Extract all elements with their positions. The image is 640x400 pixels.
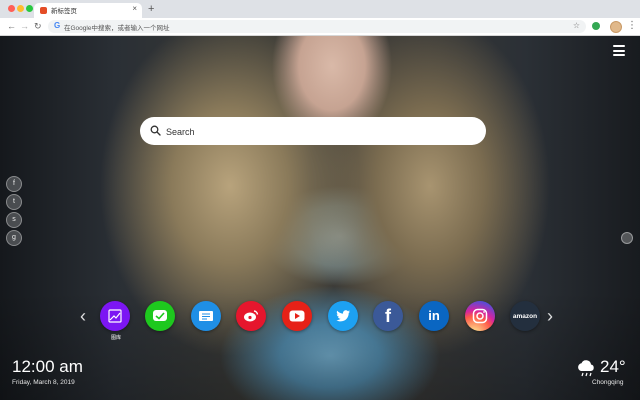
back-button[interactable]: ← [7,20,16,33]
new-tab-page: f t s g ‹ › 图库 [0,36,640,400]
close-window-button[interactable] [8,5,15,12]
search-icon [150,125,161,136]
extension-icon[interactable] [592,22,600,30]
settings-widget-icon[interactable] [621,232,633,244]
wallpaper [0,36,640,400]
wechat-icon [153,310,167,321]
dock-prev-arrow[interactable]: ‹ [80,306,86,327]
tab-favicon-icon [40,7,47,14]
browser-toolbar: ← → ↻ G 在Google中搜索，或者输入一个网址 ☆ [0,18,640,36]
app-amazon[interactable]: amazon [510,301,540,331]
tab-close-icon[interactable]: × [132,4,137,13]
profile-avatar[interactable] [610,21,622,33]
app-linkedin[interactable]: in [419,301,449,331]
app-weibo[interactable] [236,301,266,331]
dock-next-arrow[interactable]: › [547,306,553,327]
menu-icon[interactable] [613,45,625,59]
linkedin-icon: in [428,308,440,323]
app-facebook[interactable]: f [373,301,403,331]
bookmark-star-icon[interactable]: ☆ [573,21,580,30]
weibo-icon [244,310,259,322]
address-bar[interactable]: G 在Google中搜索，或者输入一个网址 ☆ [48,20,586,33]
amazon-icon: amazon [512,312,538,320]
browser-menu-icon[interactable]: ⋮ [627,18,637,34]
app-label-gallery: 图库 [110,335,121,341]
app-instagram[interactable] [465,301,495,331]
maximize-window-button[interactable] [26,5,33,12]
cloud-rain-icon [578,360,594,377]
address-bar-placeholder: 在Google中搜索，或者输入一个网址 [64,25,170,32]
new-tab-button[interactable]: + [148,2,154,16]
facebook-share-icon[interactable]: f [6,176,22,192]
instagram-icon [472,308,488,324]
search-box[interactable] [140,117,486,145]
reload-button[interactable]: ↻ [34,20,42,33]
gallery-icon [108,309,122,323]
forward-button[interactable]: → [20,20,29,33]
browser-titlebar: 新标签页 × + [0,0,640,18]
app-twitter[interactable] [328,301,358,331]
facebook-icon: f [385,306,391,326]
app-youtube[interactable] [282,301,312,331]
twitter-icon [336,310,350,322]
tab-new-tab[interactable]: 新标签页 × [34,3,142,18]
app-wechat[interactable] [145,301,175,331]
minimize-window-button[interactable] [17,5,24,12]
skype-share-icon[interactable]: s [6,212,22,228]
app-notes[interactable] [191,301,221,331]
tab-title: 新标签页 [51,8,77,15]
weather-city: Chongqing [592,379,624,386]
weather-temperature: 24° [600,357,626,376]
twitter-share-icon[interactable]: t [6,194,22,210]
search-input[interactable] [164,121,478,143]
clock-date: Friday, March 8, 2019 [12,379,75,386]
google-share-icon[interactable]: g [6,230,22,246]
google-icon: G [54,21,61,30]
notes-icon [199,311,213,321]
app-gallery[interactable] [100,301,130,331]
clock-time: 12:00 am [12,357,83,376]
youtube-icon [289,310,305,322]
